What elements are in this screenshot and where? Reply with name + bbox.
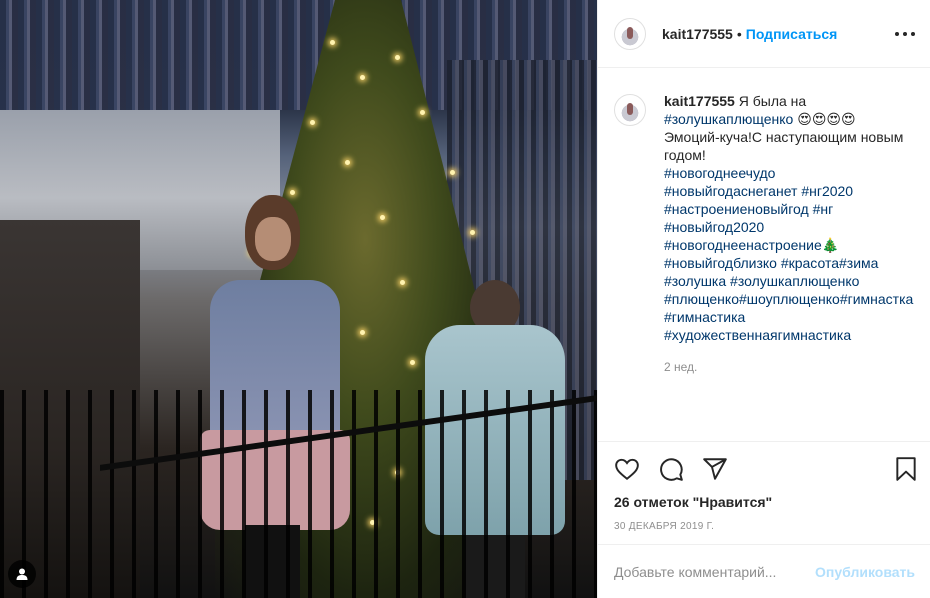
post-header: kait177555 • Подписаться	[598, 0, 930, 68]
caption-username[interactable]: kait177555	[664, 93, 735, 109]
hashtag[interactable]: #гимнастика	[664, 309, 745, 325]
hashtag[interactable]: #шоуплющенко	[739, 291, 840, 307]
publish-button[interactable]: Опубликовать	[815, 564, 915, 580]
hashtag[interactable]: #гимнастка	[840, 291, 914, 307]
avatar[interactable]	[614, 17, 646, 50]
emoji-segment: 😍😍😍😍	[793, 111, 856, 127]
user-tag-button[interactable]	[8, 560, 36, 588]
comment-bar: Опубликовать	[598, 544, 930, 598]
tree-light	[360, 75, 365, 80]
post-date: 30 ДЕКАБРЯ 2019 Г.	[614, 521, 715, 532]
hashtag[interactable]: #художественнаягимнастика	[664, 327, 851, 343]
hashtag[interactable]: #новыйгодблизко	[664, 255, 777, 271]
user-icon	[16, 568, 28, 580]
action-icons	[614, 456, 919, 482]
caption-avatar[interactable]	[614, 94, 646, 126]
hashtag[interactable]: #золушка	[664, 273, 726, 289]
hashtag[interactable]: #зима	[839, 255, 878, 271]
railing	[0, 390, 597, 598]
tree-light	[450, 170, 455, 175]
post-actions: 26 отметок "Нравится" 30 ДЕКАБРЯ 2019 Г.	[598, 441, 930, 551]
caption-text-segment: Я была на	[734, 93, 807, 109]
bookmark-icon[interactable]	[893, 456, 919, 482]
separator-dot: •	[736, 25, 742, 42]
header-username[interactable]: kait177555	[662, 26, 733, 42]
hashtag[interactable]: #новыйгод2020	[664, 219, 764, 235]
hashtag[interactable]: #новогоднеенастроение	[664, 237, 822, 253]
tree-light	[310, 120, 315, 125]
comment-icon[interactable]	[658, 456, 684, 482]
tree-light	[410, 360, 415, 365]
hashtag[interactable]: #настроениеновыйгод	[664, 201, 809, 217]
caption-text: kait177555 Я была на #золушкаплющенко 😍😍…	[664, 92, 919, 344]
post-panel: kait177555 • Подписаться kait177555 Я бы…	[597, 0, 930, 598]
tree-light	[470, 230, 475, 235]
hashtag[interactable]: #нг2020	[801, 183, 853, 199]
share-icon[interactable]	[702, 456, 728, 482]
tree-light	[400, 280, 405, 285]
tree-light	[330, 40, 335, 45]
tree-emoji: 🎄	[821, 237, 840, 253]
heart-icon[interactable]	[614, 456, 640, 482]
post-photo[interactable]	[0, 0, 597, 598]
follow-button[interactable]: Подписаться	[746, 26, 838, 42]
likes-count[interactable]: 26 отметок "Нравится"	[614, 494, 772, 510]
hashtag[interactable]: #золушкаплющенко	[664, 111, 793, 127]
hashtag[interactable]: #золушкаплющенко	[730, 273, 859, 289]
tree-light	[360, 330, 365, 335]
more-options-icon[interactable]	[895, 24, 915, 44]
tree-light	[345, 160, 350, 165]
tree-light	[380, 215, 385, 220]
tree-light	[395, 55, 400, 60]
hashtag[interactable]: #новогоднеечудо	[664, 165, 775, 181]
caption: kait177555 Я была на #золушкаплющенко 😍😍…	[614, 92, 919, 376]
hashtag[interactable]: #плющенко	[664, 291, 739, 307]
caption-body: kait177555 Я была на #золушкаплющенко 😍😍…	[664, 92, 919, 376]
hashtag[interactable]: #новыйгодаснеганет	[664, 183, 797, 199]
comment-input[interactable]	[614, 563, 816, 580]
hashtag[interactable]: #красота	[781, 255, 839, 271]
hashtag[interactable]: #нг	[813, 201, 834, 217]
post-time[interactable]: 2 нед.	[664, 358, 919, 376]
caption-text-segment: Эмоций-куча!С наступающим новым годом!	[664, 129, 904, 163]
tree-light	[420, 110, 425, 115]
